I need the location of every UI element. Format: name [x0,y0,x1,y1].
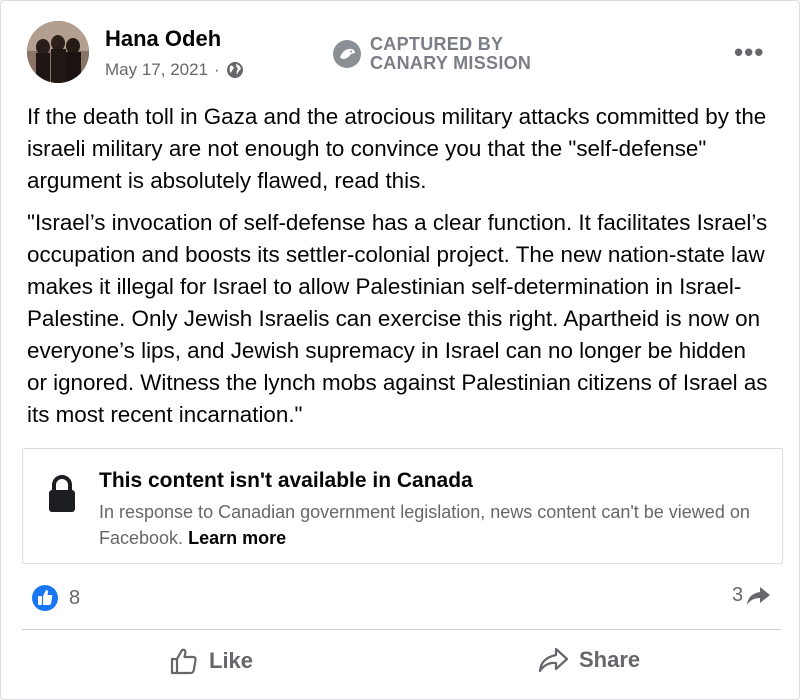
post-paragraph: If the death toll in Gaza and the atroci… [27,104,767,193]
reactions-count: 8 [69,586,81,609]
unavailable-content-notice: This content isn't available in Canada I… [22,448,783,564]
meta-separator: · [214,60,220,79]
share-button-label: Share [579,647,641,672]
learn-more-link[interactable]: Learn more [188,528,286,548]
post-date[interactable]: May 17, 2021 [105,60,208,80]
post-meta: May 17, 2021 · [105,60,244,80]
share-icon [538,647,569,673]
reactions-summary[interactable]: 8 [31,584,80,612]
shares-count: 3 [732,584,744,606]
like-button-label: Like [209,648,254,673]
notice-description: In response to Canadian government legis… [99,499,769,551]
post-text: If the death toll in Gaza and the atroci… [27,101,772,441]
globe-icon[interactable] [226,61,244,79]
share-arrow-icon [747,586,771,605]
post-card: Hana Odeh May 17, 2021 · CAPTURED BY CAN… [0,0,800,700]
like-reaction-icon [32,585,58,611]
avatar[interactable] [27,21,89,83]
watermark-line-1: CAPTURED BY [370,34,504,54]
shares-summary[interactable]: 3 [732,584,771,607]
notice-title: This content isn't available in Canada [99,469,473,492]
author-name[interactable]: Hana Odeh [105,26,221,52]
like-button[interactable]: Like [169,646,253,676]
share-button[interactable]: Share [537,646,640,674]
watermark-line-2: CANARY MISSION [370,53,532,73]
actions-divider [22,629,781,630]
thumbs-up-icon [170,648,197,675]
lock-icon [49,475,75,512]
more-options-icon[interactable]: ••• [734,37,764,68]
watermark: CAPTURED BY CANARY MISSION [332,35,531,73]
canary-logo-icon [333,40,361,68]
post-paragraph: "Israel’s invocation of self-defense has… [27,210,768,427]
